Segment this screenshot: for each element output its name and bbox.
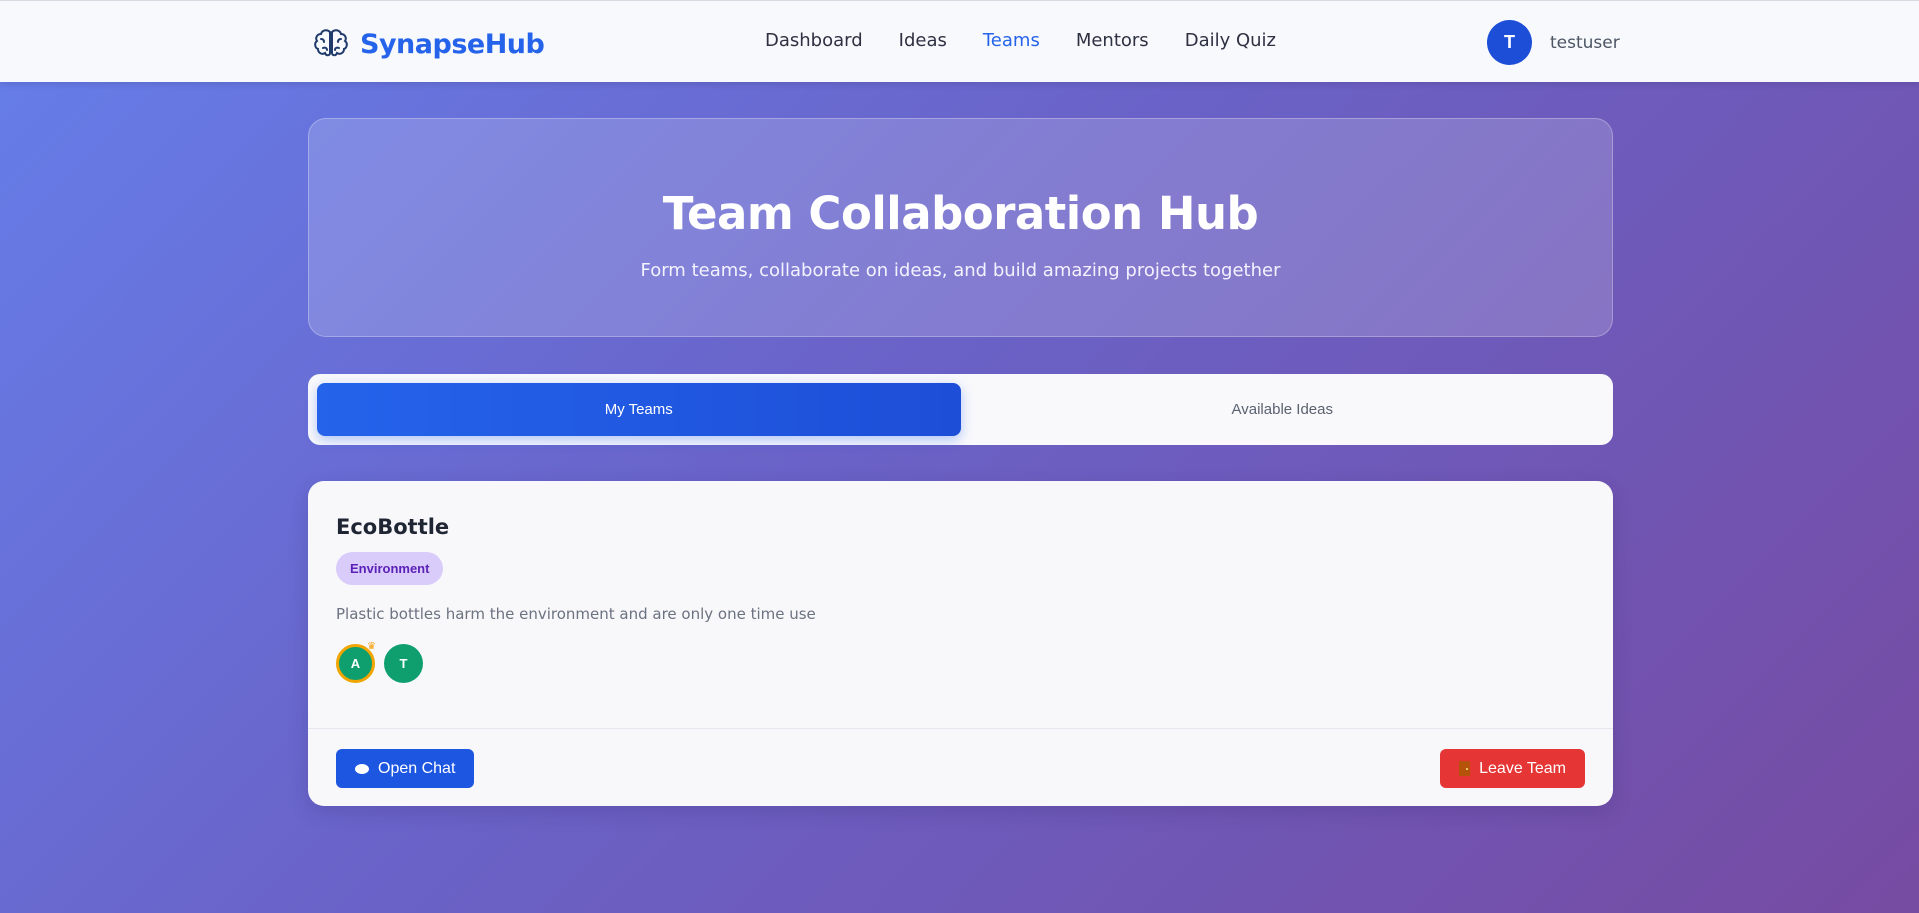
main-nav: Dashboard Ideas Teams Mentors Daily Quiz xyxy=(765,30,1312,51)
nav-link-mentors[interactable]: Mentors xyxy=(1076,30,1149,51)
open-chat-label: Open Chat xyxy=(378,759,456,777)
user-menu[interactable]: T testuser xyxy=(1487,20,1620,65)
page-title: Team Collaboration Hub xyxy=(662,187,1259,240)
brand-name: SynapseHub xyxy=(360,28,545,60)
team-description: Plastic bottles harm the environment and… xyxy=(336,605,816,623)
hero-banner: Team Collaboration Hub Form teams, colla… xyxy=(308,118,1613,337)
nav-link-ideas[interactable]: Ideas xyxy=(899,30,947,51)
navbar: SynapseHub Dashboard Ideas Teams Mentors… xyxy=(0,0,1919,82)
door-icon xyxy=(1459,761,1471,776)
leave-team-label: Leave Team xyxy=(1479,759,1566,777)
member-initial: T xyxy=(399,656,408,671)
nav-link-daily-quiz[interactable]: Daily Quiz xyxy=(1185,30,1276,51)
nav-link-dashboard[interactable]: Dashboard xyxy=(765,30,863,51)
category-badge: Environment xyxy=(336,552,444,585)
member-avatar-leader[interactable]: A ♛ xyxy=(336,641,376,683)
team-name: EcoBottle xyxy=(336,515,450,539)
avatar[interactable]: T xyxy=(1487,20,1532,65)
team-card: EcoBottle Environment Plastic bottles ha… xyxy=(308,481,1613,806)
chat-bubble-icon xyxy=(355,763,369,774)
page-subtitle: Form teams, collaborate on ideas, and bu… xyxy=(640,260,1281,281)
tab-my-teams[interactable]: My Teams xyxy=(317,383,961,436)
tab-available-ideas[interactable]: Available Ideas xyxy=(961,383,1605,436)
brand-logo[interactable]: SynapseHub xyxy=(312,25,545,63)
member-avatar[interactable]: T xyxy=(384,644,423,683)
username: testuser xyxy=(1550,32,1620,53)
crown-icon: ♛ xyxy=(367,641,376,652)
card-footer: Open Chat Leave Team xyxy=(308,728,1613,806)
open-chat-button[interactable]: Open Chat xyxy=(336,749,475,788)
brain-icon xyxy=(312,25,350,63)
nav-link-teams[interactable]: Teams xyxy=(983,30,1040,51)
tab-bar: My Teams Available Ideas xyxy=(308,374,1613,445)
member-initial: A xyxy=(350,656,361,671)
leave-team-button[interactable]: Leave Team xyxy=(1440,749,1585,788)
member-list: A ♛ T xyxy=(336,641,432,683)
